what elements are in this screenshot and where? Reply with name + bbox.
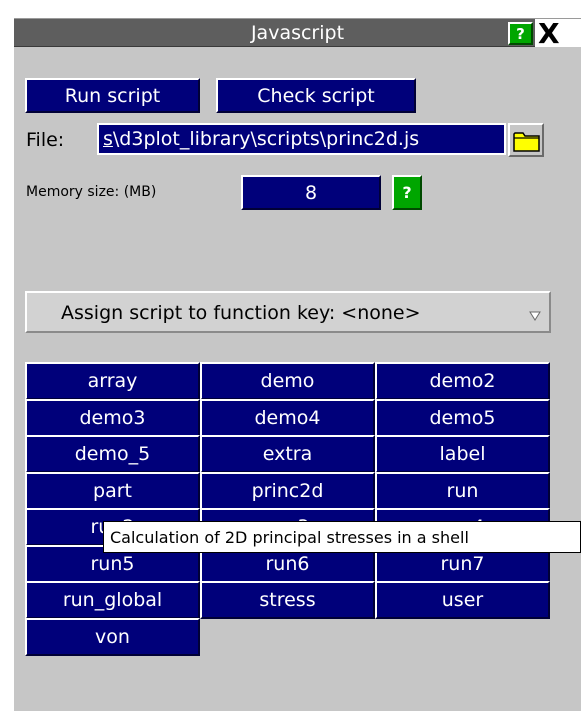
memory-size-input[interactable]: 8: [241, 175, 381, 210]
script-button[interactable]: run: [375, 472, 550, 510]
title-help-button[interactable]: ?: [508, 22, 533, 45]
folder-icon: [513, 132, 540, 152]
window-title: Javascript: [250, 22, 345, 44]
script-button[interactable]: array: [25, 362, 200, 400]
script-button[interactable]: part: [25, 472, 200, 510]
memory-size-label: Memory size: (MB): [26, 184, 157, 200]
tooltip: Calculation of 2D principal stresses in …: [103, 521, 581, 553]
script-button[interactable]: demo5: [375, 399, 550, 437]
function-key-label: Assign script to function key: <none>: [61, 302, 421, 324]
function-key-dropdown[interactable]: Assign script to function key: <none>: [25, 291, 551, 333]
file-label: File:: [26, 129, 65, 151]
close-button[interactable]: X: [535, 16, 581, 50]
file-path-text: \d3plot_library\scripts\princ2d.js: [112, 128, 420, 150]
script-button[interactable]: extra: [200, 435, 375, 473]
script-button[interactable]: demo2: [375, 362, 550, 400]
check-script-button[interactable]: Check script: [216, 78, 416, 113]
script-button[interactable]: stress: [200, 581, 375, 619]
script-button[interactable]: label: [375, 435, 550, 473]
script-button[interactable]: user: [375, 581, 550, 619]
script-button[interactable]: demo3: [25, 399, 200, 437]
browse-button[interactable]: [508, 123, 544, 157]
file-path-first-char: s: [103, 128, 113, 150]
script-button[interactable]: demo: [200, 362, 375, 400]
script-button[interactable]: demo_5: [25, 435, 200, 473]
script-button[interactable]: run_global: [25, 581, 200, 619]
script-button[interactable]: von: [25, 618, 200, 656]
dropdown-arrow-icon: [529, 311, 541, 321]
run-script-button[interactable]: Run script: [25, 78, 200, 113]
close-icon: X: [538, 16, 560, 50]
javascript-window: Javascript ? X Run script Check script F…: [14, 16, 581, 711]
file-path-input[interactable]: s \d3plot_library\scripts\princ2d.js: [97, 123, 506, 155]
title-bar: Javascript ? X: [14, 16, 581, 50]
script-button[interactable]: princ2d: [200, 472, 375, 510]
script-button[interactable]: demo4: [200, 399, 375, 437]
memory-help-button[interactable]: ?: [392, 175, 422, 210]
